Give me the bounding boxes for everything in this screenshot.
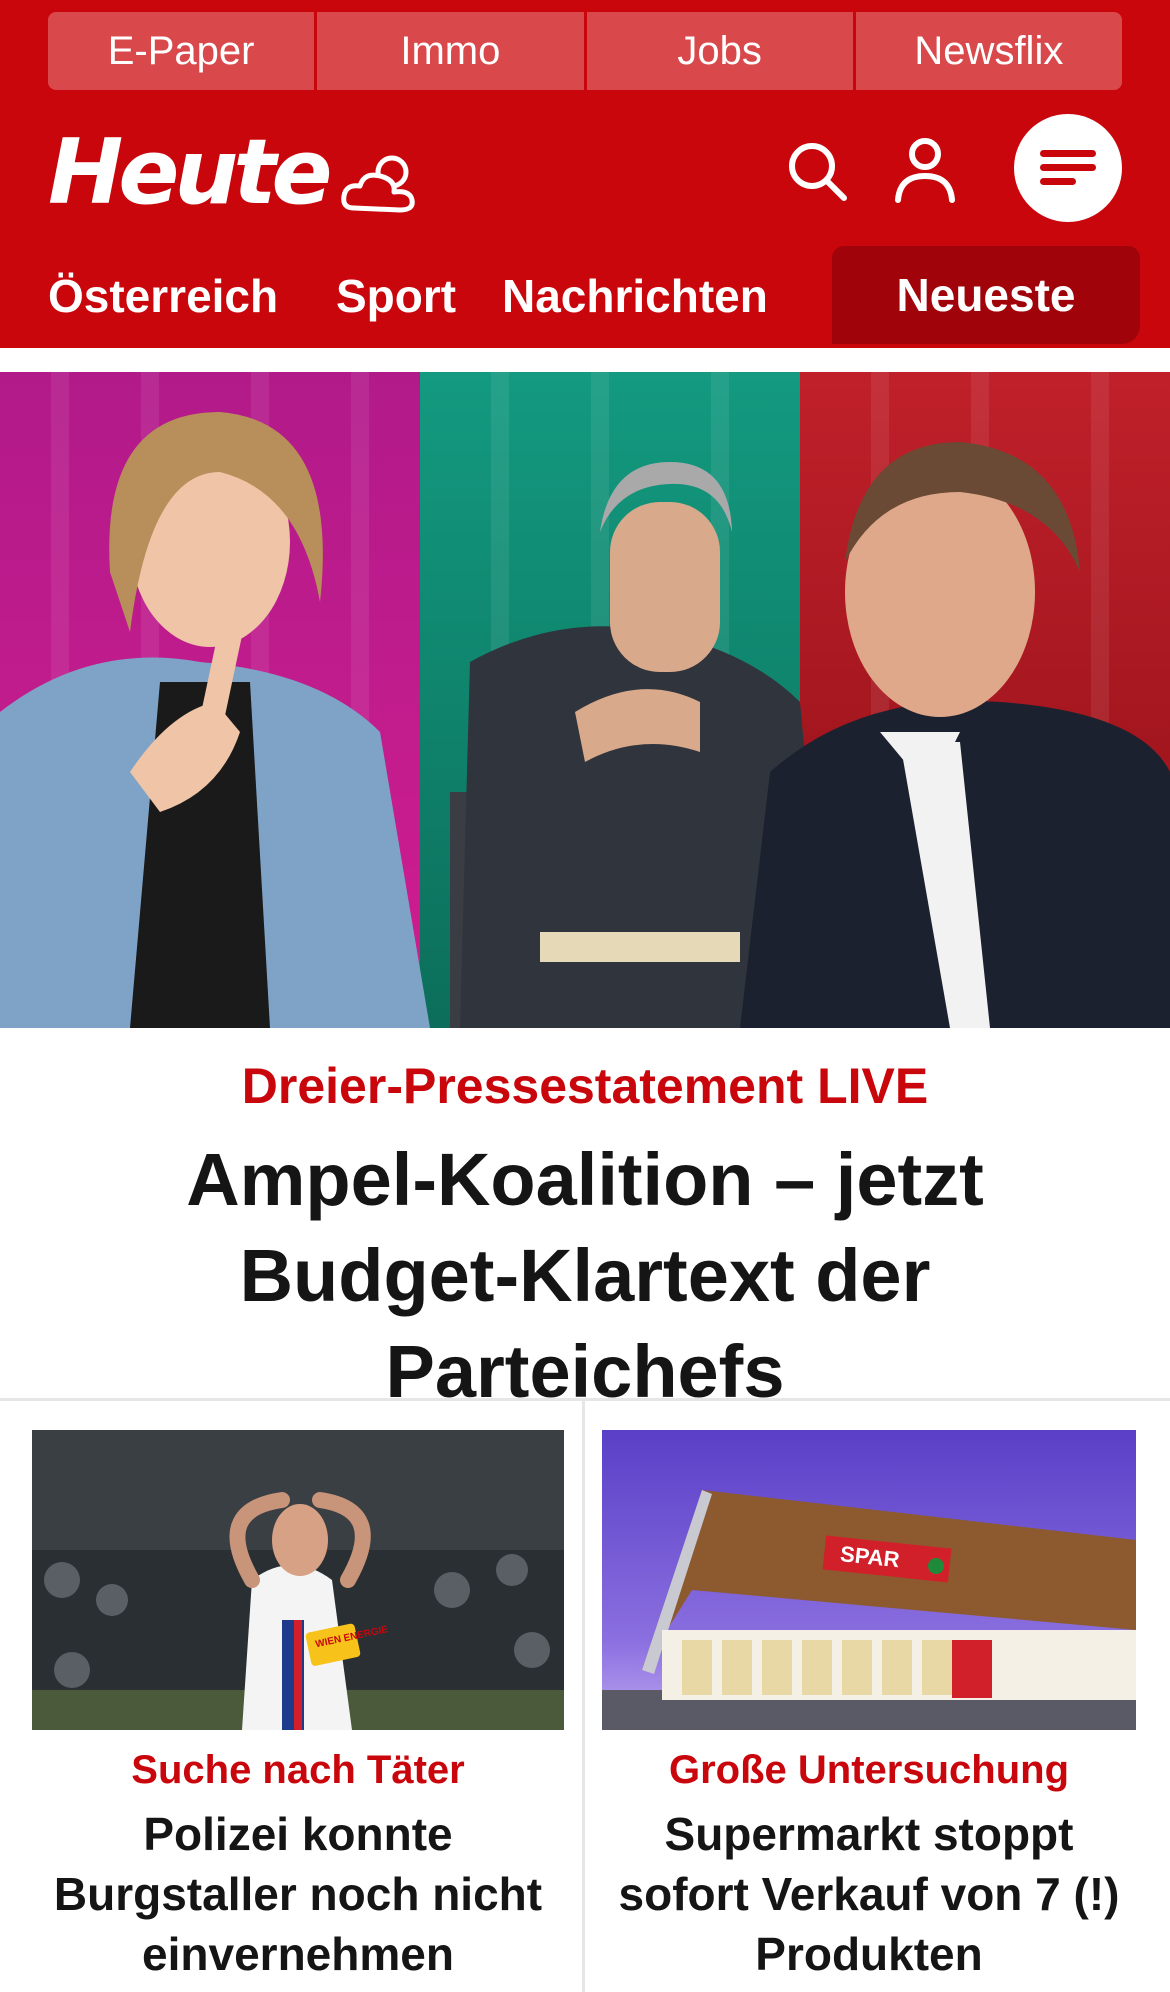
article-card-burgstaller[interactable]: WIEN ENERGIE Suche nach Täter Polizei ko… bbox=[32, 1430, 564, 1984]
article-image-football[interactable]: WIEN ENERGIE bbox=[32, 1430, 564, 1730]
article-card-supermarkt[interactable]: SPAR Große Untersuchung Supermarkt stopp… bbox=[602, 1430, 1136, 1984]
hamburger-menu-icon bbox=[1040, 150, 1096, 185]
football-photo: WIEN ENERGIE bbox=[32, 1430, 564, 1730]
hero-image[interactable] bbox=[0, 372, 1170, 1028]
menu-button[interactable] bbox=[1014, 114, 1122, 222]
nav-item-oesterreich[interactable]: Österreich bbox=[48, 268, 278, 324]
cloud-sun-icon[interactable] bbox=[340, 148, 422, 218]
article-kicker[interactable]: Suche nach Täter bbox=[32, 1744, 564, 1796]
top-link-jobs[interactable]: Jobs bbox=[586, 12, 856, 90]
section-divider bbox=[0, 1398, 1170, 1401]
article-image-supermarket[interactable]: SPAR bbox=[602, 1430, 1136, 1730]
top-link-epaper[interactable]: E-Paper bbox=[48, 12, 318, 90]
nav-item-nachrichten[interactable]: Nachrichten bbox=[502, 268, 768, 324]
logo-row: Heute bbox=[0, 110, 1170, 240]
top-link-newsflix[interactable]: Newsflix bbox=[855, 12, 1122, 90]
column-divider bbox=[582, 1400, 585, 1992]
main-nav: Österreich Sport Nachrichten Neueste bbox=[0, 246, 1170, 348]
article-kicker[interactable]: Große Untersuchung bbox=[602, 1744, 1136, 1796]
top-links-bar: E-Paper Immo Jobs Newsflix bbox=[48, 12, 1122, 90]
nav-item-sport[interactable]: Sport bbox=[336, 268, 456, 324]
hero-headline[interactable]: Ampel-Koalition – jetzt Budget-Klartext … bbox=[40, 1132, 1130, 1420]
site-header: E-Paper Immo Jobs Newsflix Heute Österre… bbox=[0, 0, 1170, 348]
heute-logo[interactable]: Heute bbox=[48, 128, 332, 218]
article-headline[interactable]: Polizei konnte Burgstaller noch nicht ei… bbox=[32, 1804, 564, 1984]
article-headline[interactable]: Supermarkt stoppt sofort Verkauf von 7 (… bbox=[602, 1804, 1136, 1984]
search-icon[interactable] bbox=[786, 140, 848, 202]
hero-kicker[interactable]: Dreier-Pressestatement LIVE bbox=[0, 1054, 1170, 1118]
hero-photo bbox=[0, 372, 1170, 1028]
supermarket-photo: SPAR bbox=[602, 1430, 1136, 1730]
nav-item-neueste[interactable]: Neueste bbox=[832, 246, 1140, 344]
top-link-immo[interactable]: Immo bbox=[317, 12, 587, 90]
user-icon[interactable] bbox=[894, 136, 956, 204]
